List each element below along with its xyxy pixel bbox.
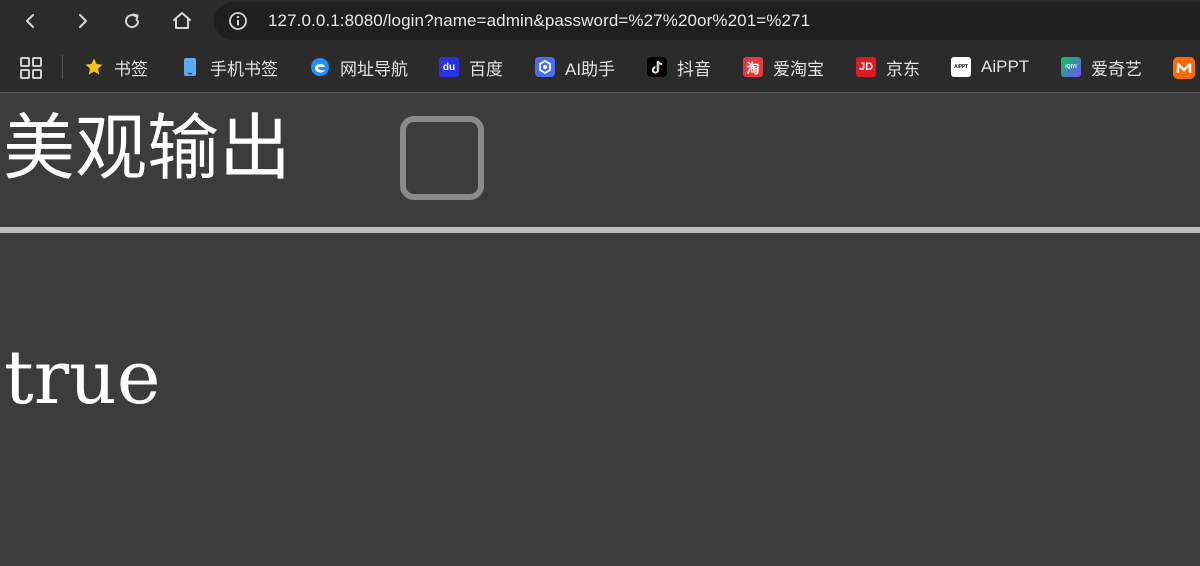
bookmark-label: 爱奇艺: [1091, 59, 1142, 79]
mango-tv-icon[interactable]: [1173, 57, 1195, 79]
bookmark-label: 抖音: [677, 59, 711, 79]
ai-assistant-icon: [535, 57, 555, 77]
baidu-icon: du: [439, 57, 459, 77]
home-button[interactable]: [166, 5, 198, 37]
forward-button[interactable]: [66, 5, 98, 37]
bookmark-label: 网址导航: [340, 59, 408, 79]
bookmark-mobile-bookmarks[interactable]: 手机书签: [180, 54, 278, 80]
bookmark-label: 手机书签: [210, 59, 278, 79]
iqiyi-icon: iQIYI: [1061, 57, 1081, 77]
star-icon: [85, 58, 103, 75]
edge-icon: [311, 58, 329, 76]
taobao-icon: 淘: [743, 57, 763, 77]
bookmark-iqiyi[interactable]: iQIYI 爱奇艺: [1061, 54, 1142, 80]
bookmark-taobao[interactable]: 淘 爱淘宝: [743, 54, 824, 80]
horizontal-rule: [0, 227, 1200, 233]
bookmark-jd[interactable]: JD 京东: [856, 54, 920, 80]
page-title: 美观输出: [3, 106, 292, 190]
phone-icon: [184, 58, 196, 76]
bookmark-douyin[interactable]: 抖音: [647, 54, 711, 80]
jd-icon: JD: [856, 57, 876, 77]
home-icon: [173, 12, 191, 29]
aippt-icon: AiPPT: [951, 57, 971, 77]
browser-window: 127.0.0.1:8080/login?name=admin&password…: [0, 0, 1200, 566]
bookmark-ai-assistant[interactable]: AI助手: [535, 54, 615, 80]
site-info-icon[interactable]: [228, 11, 248, 31]
bookmark-baidu[interactable]: du 百度: [439, 54, 503, 80]
bookmarks-bar: 书签 手机书签 网址导航 du 百度 AI助手 抖音 淘 爱淘宝 JD 京东 A…: [0, 42, 1200, 93]
bookmark-label: 爱淘宝: [773, 59, 824, 79]
bookmark-aippt[interactable]: AiPPT AiPPT: [951, 54, 1029, 80]
navigation-bar: 127.0.0.1:8080/login?name=admin&password…: [0, 0, 1200, 42]
result-text: true: [4, 335, 161, 421]
bookmark-label: 京东: [886, 59, 920, 79]
bookmarks-divider: [62, 55, 63, 79]
url-text[interactable]: 127.0.0.1:8080/login?name=admin&password…: [268, 11, 810, 31]
reload-icon: [125, 13, 140, 29]
back-arrow-icon: [26, 14, 34, 28]
checkbox-square-icon: [400, 116, 484, 200]
bookmark-label: AI助手: [565, 59, 616, 79]
bookmark-label: AiPPT: [981, 57, 1030, 76]
bookmark-label: 百度: [469, 59, 503, 79]
address-bar[interactable]: 127.0.0.1:8080/login?name=admin&password…: [214, 2, 1200, 40]
reload-button[interactable]: [116, 5, 148, 37]
bookmark-bookmarks[interactable]: 书签: [84, 54, 148, 80]
apps-grid-icon[interactable]: [20, 57, 42, 79]
bookmark-label: 书签: [114, 59, 148, 79]
forward-arrow-icon: [79, 14, 87, 28]
bookmark-url-navigation[interactable]: 网址导航: [310, 54, 408, 80]
douyin-icon: [647, 57, 667, 77]
back-button[interactable]: [15, 5, 47, 37]
